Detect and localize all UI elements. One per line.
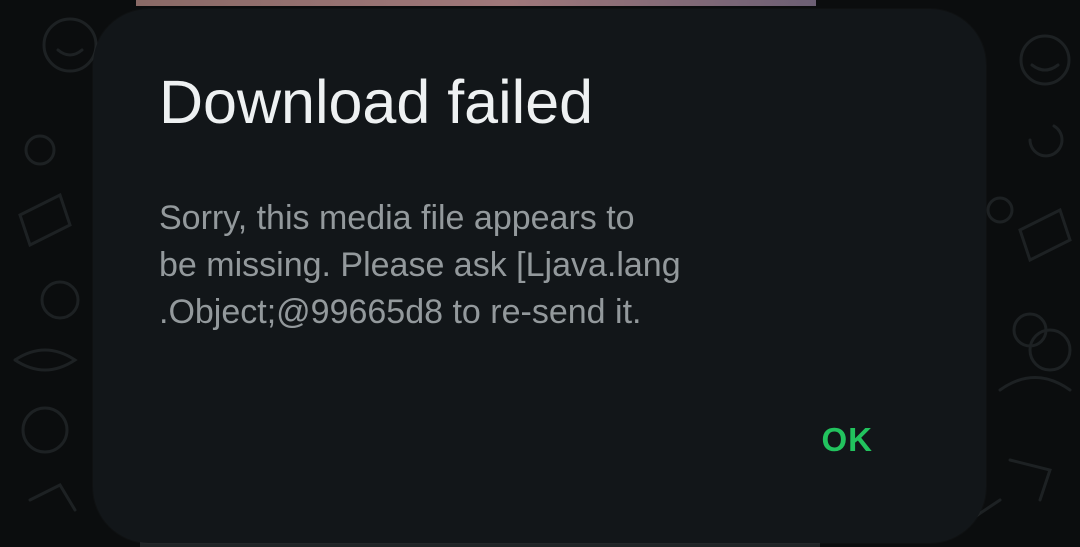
- media-thumbnail-strip: [136, 0, 816, 6]
- dialog-message: Sorry, this media file appears to be mis…: [159, 199, 681, 331]
- download-failed-dialog: Download failed Sorry, this media file a…: [93, 9, 986, 543]
- dialog-title: Download failed: [159, 68, 594, 136]
- ok-button[interactable]: OK: [810, 413, 886, 467]
